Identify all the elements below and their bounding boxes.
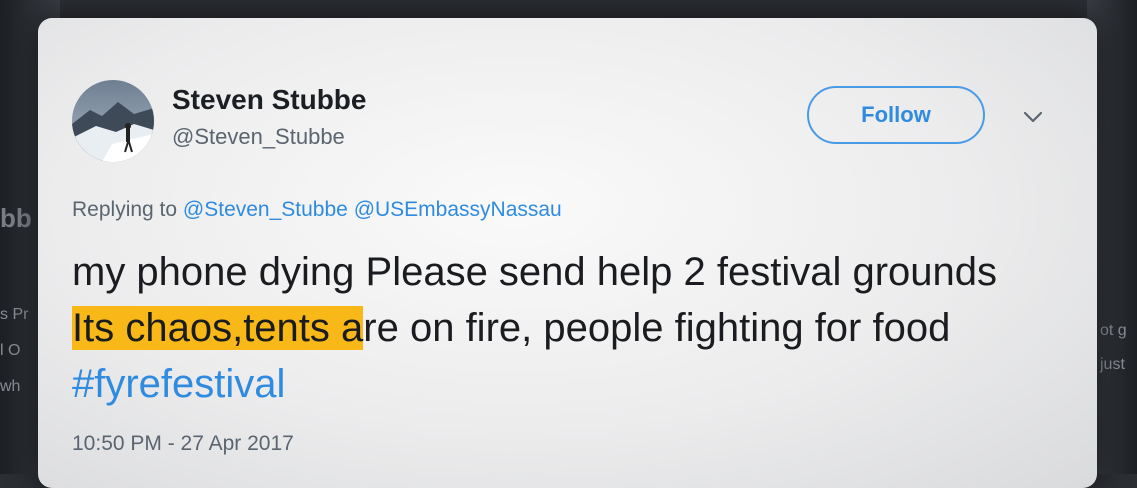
background-text-fragment: s Pr	[0, 306, 29, 323]
background-text-fragment: just	[1100, 356, 1125, 373]
follow-button[interactable]: Follow	[807, 86, 985, 144]
background-text-fragment: bb	[0, 203, 32, 233]
mention-link[interactable]: @Steven_Stubbe	[183, 198, 348, 221]
replying-prefix: Replying to	[72, 198, 178, 221]
background-text-fragment: ot g	[1100, 322, 1127, 339]
tweet-card: Steven Stubbe @Steven_Stubbe Follow Repl…	[38, 18, 1097, 488]
author-name[interactable]: Steven Stubbe	[172, 84, 366, 116]
mention-link[interactable]: @USEmbassyNassau	[354, 198, 562, 221]
background-text-fragment: wh	[0, 378, 21, 395]
hashtag-link[interactable]: #fyrefestival	[72, 362, 285, 406]
background-text-fragment: l O	[0, 342, 21, 359]
tweet-text: my phone dying Please send help 2 festiv…	[72, 244, 1032, 412]
avatar[interactable]	[72, 80, 154, 162]
replying-to-line: Replying to @Steven_Stubbe @USEmbassyNas…	[72, 198, 562, 222]
avatar-image	[72, 80, 154, 162]
tweet-text-part: re on fire, people fighting for food	[363, 306, 951, 350]
tweet-timestamp[interactable]: 10:50 PM - 27 Apr 2017	[72, 432, 294, 456]
highlighted-text: Its chaos,tents a	[72, 306, 364, 350]
chevron-down-icon[interactable]	[1022, 108, 1044, 126]
author-handle[interactable]: @Steven_Stubbe	[172, 124, 345, 150]
tweet-text-part: my phone dying Please send help 2 festiv…	[72, 250, 998, 294]
